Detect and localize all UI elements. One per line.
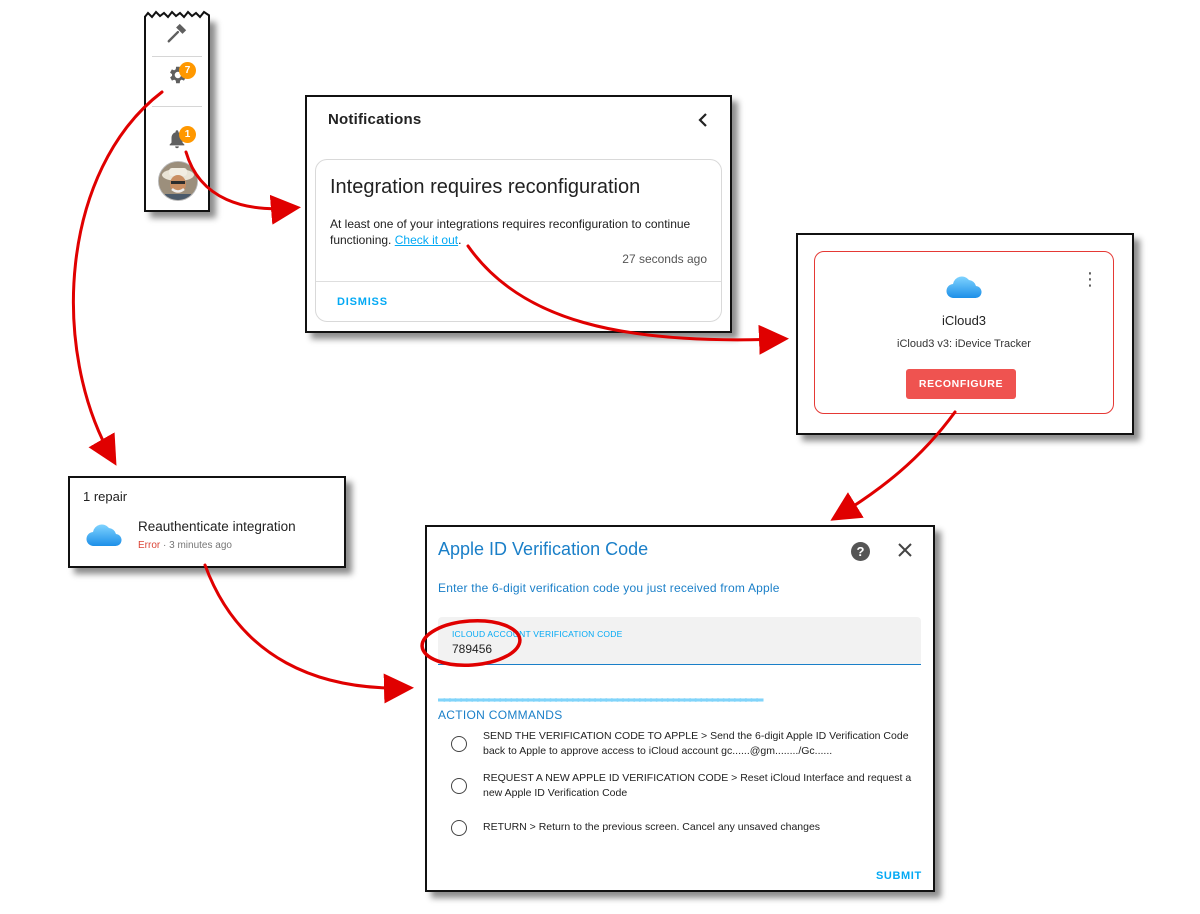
repair-time: · 3 minutes ago <box>160 540 232 551</box>
settings-badge: 7 <box>179 62 196 79</box>
notification-body: At least one of your integrations requir… <box>330 216 710 248</box>
notifications-panel: Notifications Integration requires recon… <box>305 95 732 333</box>
notification-title: Integration requires reconfiguration <box>330 176 641 198</box>
verification-dialog: Apple ID Verification Code ? Enter the 6… <box>425 525 935 892</box>
notification-divider <box>316 281 721 282</box>
icloud-icon <box>86 524 122 547</box>
integration-name: iCloud3 <box>941 313 987 328</box>
action-option-label: REQUEST A NEW APPLE ID VERIFICATION CODE… <box>483 772 912 799</box>
more-options-icon[interactable]: ⋮ <box>1081 270 1099 288</box>
dialog-title: Apple ID Verification Code <box>438 539 649 559</box>
dismiss-button[interactable]: DISMISS <box>337 296 388 308</box>
integration-panel: ⋮ iCloud3 iCloud3 v3: iDevice Tracker RE… <box>796 233 1134 435</box>
help-icon[interactable]: ? <box>851 542 870 561</box>
repair-status: Error <box>138 540 161 551</box>
arrow-repairs-to-dialog <box>203 563 414 704</box>
separator-line: ════════════════════════════════════════… <box>438 695 763 706</box>
close-icon[interactable] <box>898 543 912 557</box>
radio-button[interactable] <box>451 778 467 794</box>
reconfigure-button[interactable]: RECONFIGURE <box>906 369 1016 399</box>
integration-subtitle: iCloud3 v3: iDevice Tracker <box>897 338 1031 350</box>
radio-button[interactable] <box>451 736 467 752</box>
notification-text-suffix: . <box>458 233 462 247</box>
repair-item-meta: Error · 3 minutes ago <box>138 540 232 551</box>
verification-code-field[interactable]: ICLOUD ACCOUNT VERIFICATION CODE 789456 <box>438 617 921 665</box>
repairs-title: 1 repair <box>83 489 128 504</box>
sidebar-divider <box>152 106 202 107</box>
notification-text: At least one of your integrations requir… <box>330 217 691 247</box>
notifications-title: Notifications <box>328 111 422 128</box>
action-option-label: SEND THE VERIFICATION CODE TO APPLE > Se… <box>483 730 909 757</box>
verification-code-label: ICLOUD ACCOUNT VERIFICATION CODE <box>452 629 623 639</box>
sidebar-strip: 7 1 <box>144 10 210 212</box>
verification-code-input[interactable]: 789456 <box>452 642 492 656</box>
action-option-label: RETURN > Return to the previous screen. … <box>483 821 821 833</box>
notifications-badge: 1 <box>179 126 196 143</box>
sidebar-divider <box>152 56 202 57</box>
avatar[interactable] <box>158 161 198 201</box>
check-it-out-link[interactable]: Check it out <box>395 233 458 247</box>
icloud-icon <box>946 276 982 299</box>
avatar-image <box>159 162 197 200</box>
torn-edge <box>144 10 210 19</box>
repair-item-name[interactable]: Reauthenticate integration <box>138 519 296 534</box>
repairs-panel: 1 repair Reauthenticate integration Erro… <box>68 476 346 568</box>
dialog-description: Enter the 6-digit verification code you … <box>438 581 780 595</box>
submit-button[interactable]: SUBMIT <box>876 870 922 882</box>
hammer-icon[interactable] <box>166 22 188 44</box>
integration-card: ⋮ iCloud3 iCloud3 v3: iDevice Tracker RE… <box>814 251 1114 414</box>
chevron-left-icon[interactable] <box>696 113 710 127</box>
radio-button[interactable] <box>451 820 467 836</box>
notification-card: Integration requires reconfiguration At … <box>315 159 722 322</box>
notification-time: 27 seconds ago <box>622 252 707 266</box>
action-commands-title: ACTION COMMANDS <box>438 708 563 722</box>
